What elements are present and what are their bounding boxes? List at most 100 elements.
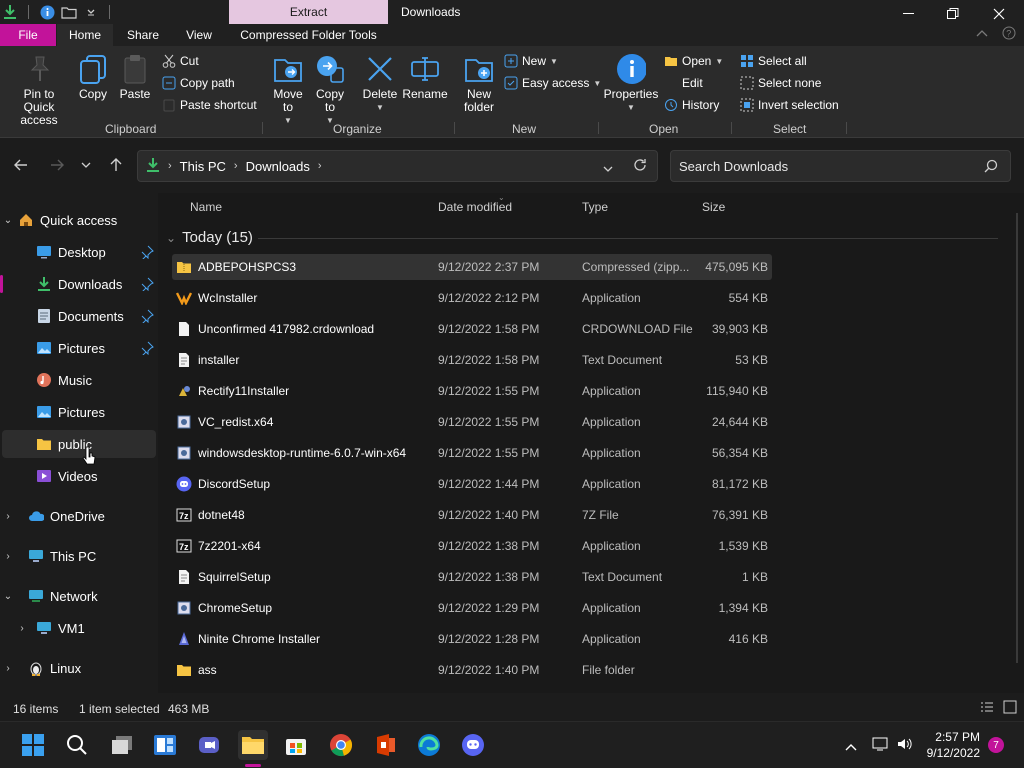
task-view-icon[interactable] xyxy=(107,730,137,760)
column-header-type[interactable]: Type xyxy=(582,200,608,214)
easy-access-button[interactable]: Easy access ▼ xyxy=(504,76,601,90)
customize-toolbar-icon[interactable] xyxy=(83,4,99,20)
collapse-chevron-icon[interactable]: ⌄ xyxy=(2,215,14,226)
back-button[interactable] xyxy=(11,155,31,175)
file-row[interactable]: 7z dotnet48 9/12/2022 1:40 PM 7Z File 76… xyxy=(172,502,772,528)
start-button[interactable] xyxy=(18,730,48,760)
new-folder-button[interactable]: New folder xyxy=(460,54,498,114)
file-row[interactable]: ChromeSetup 9/12/2022 1:29 PM Applicatio… xyxy=(172,595,772,621)
expand-chevron-icon[interactable]: › xyxy=(2,511,14,522)
expand-chevron-icon[interactable]: › xyxy=(16,623,28,634)
properties-button[interactable]: Properties ▼ xyxy=(604,54,658,114)
search-icon[interactable] xyxy=(62,730,92,760)
sidebar-item-desktop[interactable]: Desktop xyxy=(2,238,156,266)
chevron-right-icon[interactable]: › xyxy=(234,160,238,172)
file-row[interactable]: installer 9/12/2022 1:58 PM Text Documen… xyxy=(172,347,772,373)
sidebar-item-music[interactable]: Music xyxy=(2,366,156,394)
copy-button[interactable]: Copy xyxy=(76,54,110,101)
address-bar[interactable]: › This PC › Downloads › xyxy=(137,150,658,182)
file-explorer-icon[interactable] xyxy=(238,730,268,767)
new-item-button[interactable]: New ▼ xyxy=(504,54,558,68)
discord-icon[interactable] xyxy=(458,730,488,760)
microsoft-store-icon[interactable] xyxy=(281,730,311,760)
new-folder-icon[interactable] xyxy=(61,4,77,20)
file-row[interactable]: DiscordSetup 9/12/2022 1:44 PM Applicati… xyxy=(172,471,772,497)
file-row[interactable]: VC_redist.x64 9/12/2022 1:55 PM Applicat… xyxy=(172,409,772,435)
copy-path-button[interactable]: Copy path xyxy=(162,76,235,90)
details-view-icon[interactable] xyxy=(980,700,994,717)
large-icons-view-icon[interactable] xyxy=(1003,700,1017,717)
file-row[interactable]: ass 9/12/2022 1:40 PM File folder xyxy=(172,657,772,683)
breadcrumb-downloads[interactable]: Downloads xyxy=(246,159,310,174)
search-box[interactable]: Search Downloads xyxy=(670,150,1011,182)
expand-chevron-icon[interactable]: › xyxy=(2,663,14,674)
teams-chat-icon[interactable] xyxy=(194,730,224,760)
recent-locations-button[interactable] xyxy=(76,155,96,175)
file-row[interactable]: 7z 7z2201-x64 9/12/2022 1:38 PM Applicat… xyxy=(172,533,772,559)
system-clock[interactable]: 2:57 PM 9/12/2022 xyxy=(927,729,980,761)
volume-icon[interactable] xyxy=(896,736,912,755)
file-row[interactable]: Rectify11Installer 9/12/2022 1:55 PM App… xyxy=(172,378,772,404)
help-icon[interactable]: ? xyxy=(1002,26,1016,43)
notification-badge[interactable]: 7 xyxy=(988,737,1004,753)
properties-icon[interactable] xyxy=(39,4,55,20)
sidebar-item-vm1[interactable]: › VM1 xyxy=(2,614,156,642)
extract-context-tab[interactable]: Extract xyxy=(229,0,388,24)
search-icon[interactable] xyxy=(984,159,998,176)
sidebar-item-downloads[interactable]: Downloads xyxy=(2,270,156,298)
edit-button[interactable]: Edit xyxy=(664,76,703,90)
sidebar-item-this-pc[interactable]: › This PC xyxy=(2,542,156,570)
file-row[interactable]: SquirrelSetup 9/12/2022 1:38 PM Text Doc… xyxy=(172,564,772,590)
forward-button[interactable] xyxy=(47,155,67,175)
sidebar-item-quick-access[interactable]: ⌄ Quick access xyxy=(2,206,156,234)
collapse-ribbon-icon[interactable] xyxy=(976,26,988,43)
pin-icon[interactable] xyxy=(140,277,154,294)
file-row[interactable]: ADBEPOHSPCS3 9/12/2022 2:37 PM Compresse… xyxy=(172,254,772,280)
pin-to-quick-access-button[interactable]: Pin to Quick access xyxy=(6,54,72,127)
widgets-icon[interactable] xyxy=(150,730,180,760)
network-status-icon[interactable] xyxy=(872,736,888,755)
paste-shortcut-button[interactable]: Paste shortcut xyxy=(162,98,257,112)
up-button[interactable] xyxy=(106,155,126,175)
column-header-date[interactable]: Date modified xyxy=(438,200,512,214)
expand-chevron-icon[interactable]: › xyxy=(2,551,14,562)
tab-compressed-folder-tools[interactable]: Compressed Folder Tools xyxy=(229,24,388,46)
column-header-size[interactable]: Size xyxy=(702,200,725,214)
sidebar-item-linux[interactable]: › Linux xyxy=(2,654,156,682)
rename-button[interactable]: Rename xyxy=(402,54,448,101)
pin-icon[interactable] xyxy=(140,309,154,326)
pin-icon[interactable] xyxy=(140,341,154,358)
pin-icon[interactable] xyxy=(140,245,154,262)
tab-home[interactable]: Home xyxy=(57,24,113,46)
cut-button[interactable]: Cut xyxy=(162,54,199,68)
refresh-button[interactable] xyxy=(630,155,650,175)
sidebar-item-network[interactable]: ⌄ Network xyxy=(2,582,156,610)
invert-selection-button[interactable]: Invert selection xyxy=(740,98,839,112)
sidebar-item-public[interactable]: public xyxy=(2,430,156,458)
chrome-icon[interactable] xyxy=(326,730,356,760)
select-none-button[interactable]: Select none xyxy=(740,76,821,90)
edge-icon[interactable] xyxy=(414,730,444,760)
tab-share[interactable]: Share xyxy=(118,24,168,46)
address-history-dropdown[interactable] xyxy=(603,160,613,175)
select-all-button[interactable]: Select all xyxy=(740,54,807,68)
breadcrumb-this-pc[interactable]: This PC xyxy=(180,159,226,174)
file-row[interactable]: windowsdesktop-runtime-6.0.7-win-x64 9/1… xyxy=(172,440,772,466)
chevron-right-icon[interactable]: › xyxy=(318,160,322,172)
sidebar-item-videos[interactable]: Videos xyxy=(2,462,156,490)
sidebar-item-documents[interactable]: Documents xyxy=(2,302,156,330)
group-header-today[interactable]: ⌄ Today (15) xyxy=(166,229,253,246)
sidebar-item-pictures[interactable]: Pictures xyxy=(2,334,156,362)
move-to-button[interactable]: Move to ▼ xyxy=(272,54,304,127)
sidebar-item-pictures-2[interactable]: Pictures xyxy=(2,398,156,426)
tab-view[interactable]: View xyxy=(174,24,224,46)
collapse-chevron-icon[interactable]: ⌄ xyxy=(2,591,14,602)
vertical-scrollbar[interactable] xyxy=(1016,213,1018,663)
open-button[interactable]: Open ▼ xyxy=(664,54,723,68)
file-row[interactable]: Ninite Chrome Installer 9/12/2022 1:28 P… xyxy=(172,626,772,652)
office-icon[interactable] xyxy=(370,730,400,760)
file-row[interactable]: WcInstaller 9/12/2022 2:12 PM Applicatio… xyxy=(172,285,772,311)
column-header-name[interactable]: Name xyxy=(190,200,222,214)
history-button[interactable]: History xyxy=(664,98,719,112)
delete-button[interactable]: Delete ▼ xyxy=(361,54,399,114)
